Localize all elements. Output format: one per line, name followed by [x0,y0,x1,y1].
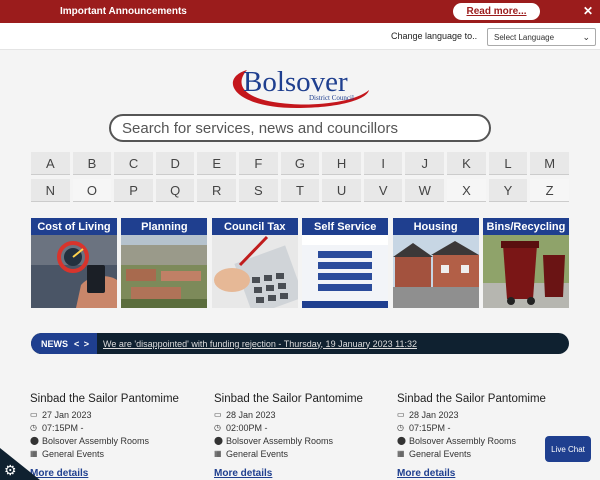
announcement-title: Important Announcements [60,6,187,17]
event-venue: Bolsover Assembly Rooms [409,435,517,446]
tile-image-bins-recycling [482,235,569,308]
az-letter[interactable]: U [322,179,361,202]
event-category: General Events [409,448,472,459]
event-title: Sinbad the Sailor Pantomime [397,393,546,405]
az-letter[interactable]: Y [488,179,528,202]
az-letter[interactable]: B [72,152,112,175]
az-letter[interactable]: I [363,152,403,175]
clock-icon: ◷ [214,423,221,432]
language-bar: Change language to.. Select Language ⌄ [0,23,600,50]
map-pin-icon: ⬤ [397,436,406,445]
event-card: Sinbad the Sailor Pantomime ▭ 27 Jan 2023… [30,393,210,479]
az-letter[interactable]: A [31,152,70,175]
tile-label: Planning [121,218,208,235]
news-headline-link[interactable]: We are 'disappointed' with funding rejec… [103,339,417,349]
language-select-value: Select Language [494,32,555,42]
more-details-link[interactable]: More details [214,468,272,479]
logo-graphic: Bolsover District Council [232,66,369,108]
tile-bins-recycling[interactable]: Bins/Recycling [482,218,569,308]
az-letter[interactable]: F [239,152,278,175]
language-select[interactable]: Select Language ⌄ [487,28,596,46]
clock-icon: ◷ [397,423,404,432]
news-tag: NEWS < > [31,333,97,354]
calendar-icon: ▭ [397,410,405,419]
event-time: 07:15PM - [409,422,451,433]
close-icon[interactable]: ✕ [583,4,593,18]
tile-label: Housing [392,218,479,235]
event-venue: Bolsover Assembly Rooms [42,435,150,446]
az-letter[interactable]: C [114,152,153,175]
map-pin-icon: ⬤ [30,436,39,445]
az-letter[interactable]: H [322,152,361,175]
tile-label: Council Tax [211,218,298,235]
more-details-link[interactable]: More details [397,468,455,479]
tile-image-housing [392,235,479,308]
az-letter[interactable]: Z [530,179,569,202]
tile-label: Cost of Living [31,218,117,235]
event-category: General Events [226,448,289,459]
live-chat-button[interactable]: Live Chat [545,436,591,462]
a-z-row-2: N O P Q R S T U V W X Y Z [31,179,569,202]
event-time: 07:15PM - [42,422,84,433]
logo-subtitle: District Council [309,94,354,102]
az-letter[interactable]: D [155,152,195,175]
az-letter[interactable]: K [447,152,486,175]
language-label: Change language to.. [391,31,478,41]
tile-label: Bins/Recycling [482,218,569,235]
tile-label: Self Service [302,218,389,235]
map-pin-icon: ⬤ [214,436,223,445]
news-arrows-icon[interactable]: < > [74,339,90,349]
tile-image-cost-of-living [31,235,117,308]
council-logo[interactable]: Bolsover District Council [227,64,373,110]
calendar-icon: ▭ [214,410,222,419]
news-ticker: NEWS < > We are 'disappointed' with fund… [31,333,569,354]
az-letter[interactable]: P [114,179,153,202]
tile-image-planning [121,235,208,308]
a-z-index: A B C D E F G H I J K L M N O P Q R S T … [31,152,569,206]
tile-housing[interactable]: Housing [392,218,479,308]
az-letter[interactable]: J [405,152,445,175]
az-letter[interactable]: Q [155,179,195,202]
event-venue: Bolsover Assembly Rooms [226,435,334,446]
event-title: Sinbad the Sailor Pantomime [214,393,363,405]
az-letter[interactable]: E [197,152,237,175]
gear-icon[interactable]: ⚙ [4,462,17,479]
tile-cost-of-living[interactable]: Cost of Living [31,218,117,308]
read-more-button[interactable]: Read more... [453,3,540,20]
search-input[interactable]: Search for services, news and councillor… [109,114,491,142]
event-date: 28 Jan 2023 [226,409,276,420]
a-z-row-1: A B C D E F G H I J K L M [31,152,569,175]
event-title: Sinbad the Sailor Pantomime [30,393,179,405]
az-letter[interactable]: L [488,152,528,175]
event-time: 02:00PM - [226,422,268,433]
grid-icon: ▦ [214,449,222,458]
clock-icon: ◷ [30,423,37,432]
az-letter[interactable]: M [530,152,569,175]
az-letter[interactable]: G [280,152,320,175]
az-letter[interactable]: R [197,179,237,202]
az-letter[interactable]: S [239,179,278,202]
event-card: Sinbad the Sailor Pantomime ▭ 28 Jan 2023… [214,393,394,479]
tile-image-council-tax [211,235,298,308]
tile-image-self-service [302,235,389,308]
tile-planning[interactable]: Planning [121,218,208,308]
service-tiles: Cost of Living Planning Council Tax Self… [31,218,569,308]
tile-council-tax[interactable]: Council Tax [211,218,298,308]
event-category: General Events [42,448,105,459]
calendar-icon: ▭ [30,410,38,419]
search-placeholder: Search for services, news and councillor… [122,119,398,137]
az-letter[interactable]: N [31,179,70,202]
event-date: 27 Jan 2023 [42,409,92,420]
az-letter[interactable]: W [405,179,445,202]
event-date: 28 Jan 2023 [409,409,459,420]
az-letter[interactable]: V [363,179,403,202]
announcement-bar: Important Announcements Read more... ✕ [0,0,600,23]
az-letter[interactable]: T [280,179,320,202]
tile-self-service[interactable]: Self Service [302,218,389,308]
news-label: NEWS [41,338,68,349]
chevron-down-icon: ⌄ [582,32,590,42]
grid-icon: ▦ [397,449,405,458]
az-letter[interactable]: O [72,179,112,202]
az-letter[interactable]: X [447,179,486,202]
